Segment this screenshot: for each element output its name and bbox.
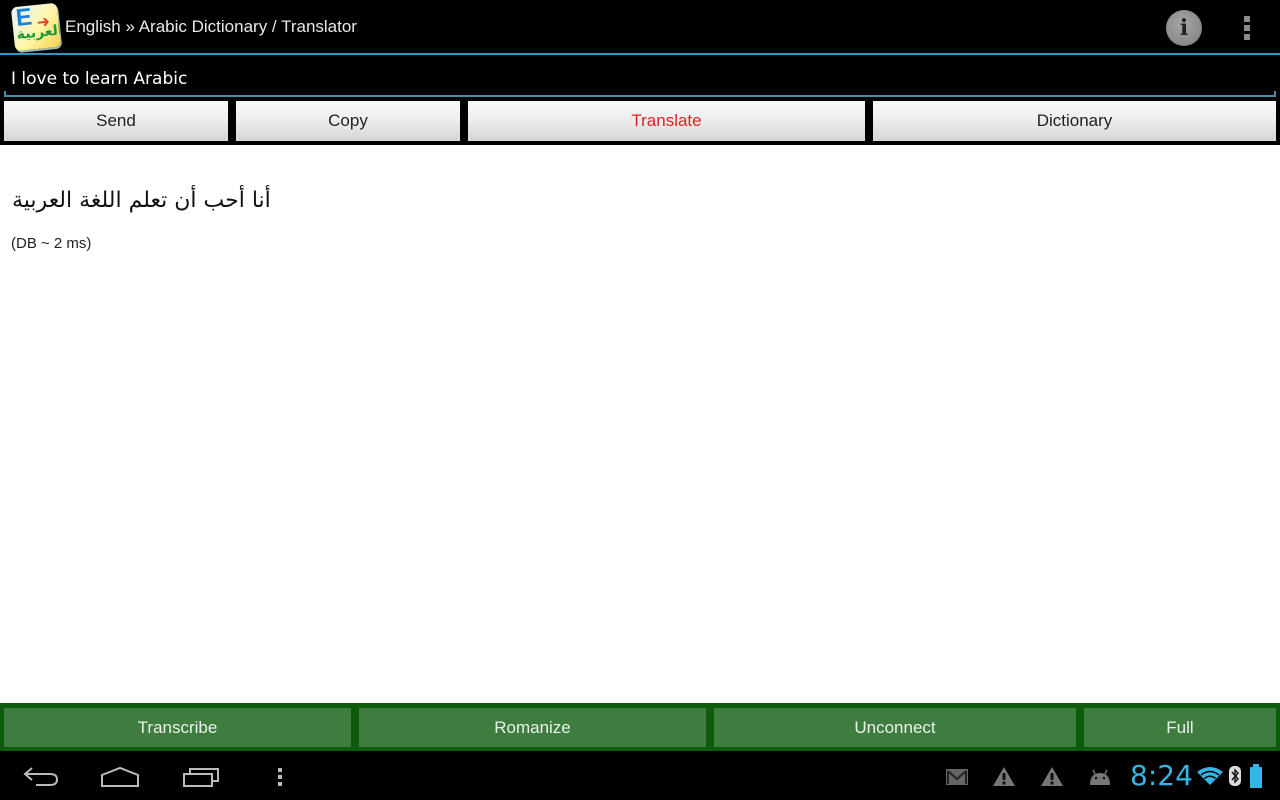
menu-dots-icon[interactable] [277, 767, 285, 787]
bluetooth-icon [1229, 766, 1241, 786]
action-bar: E ➜ العربية English » Arabic Dictionary … [0, 0, 1280, 55]
dictionary-button[interactable]: Dictionary [873, 101, 1276, 141]
translate-button[interactable]: Translate [468, 101, 865, 141]
warning-icon[interactable] [992, 766, 1016, 787]
input-underline [4, 91, 1276, 97]
android-debug-icon[interactable] [1087, 768, 1113, 786]
bottom-button-bar: Transcribe Romanize Unconnect Full [0, 703, 1280, 751]
result-panel: أنا أحب أن تعلم اللغة العربية (DB ~ 2 ms… [0, 145, 1280, 703]
translation-text: أنا أحب أن تعلم اللغة العربية [12, 188, 271, 213]
unconnect-button[interactable]: Unconnect [714, 708, 1076, 747]
info-icon: i [1179, 15, 1189, 41]
romanize-button[interactable]: Romanize [359, 708, 706, 747]
status-clock: 8:24 [1130, 759, 1193, 792]
input-area [0, 55, 1280, 99]
warning-icon[interactable] [1040, 766, 1064, 787]
transcribe-button[interactable]: Transcribe [4, 708, 351, 747]
overflow-dot-icon [1244, 34, 1250, 40]
full-button[interactable]: Full [1084, 708, 1276, 747]
wifi-icon [1197, 767, 1223, 785]
translate-input[interactable] [4, 59, 1276, 96]
app-logo-icon[interactable]: E ➜ العربية [10, 2, 62, 52]
system-nav-bar: 8:24 [0, 751, 1280, 800]
home-icon[interactable] [100, 766, 140, 788]
copy-button[interactable]: Copy [236, 101, 460, 141]
timing-text: (DB ~ 2 ms) [11, 235, 92, 252]
overflow-dot-icon [1244, 25, 1250, 31]
info-button[interactable]: i [1166, 10, 1202, 46]
app-logo-arabic: العربية [15, 22, 62, 44]
gmail-icon[interactable] [945, 768, 969, 786]
overflow-menu-button[interactable] [1236, 14, 1258, 42]
recent-apps-icon[interactable] [182, 766, 220, 788]
battery-icon [1250, 764, 1262, 788]
send-button[interactable]: Send [4, 101, 228, 141]
app-title: English » Arabic Dictionary / Translator [65, 17, 357, 36]
app-window: E ➜ العربية English » Arabic Dictionary … [0, 0, 1280, 800]
back-icon[interactable] [22, 765, 60, 787]
overflow-dot-icon [1244, 16, 1250, 22]
top-button-row: Send Copy Translate Dictionary [0, 99, 1280, 145]
